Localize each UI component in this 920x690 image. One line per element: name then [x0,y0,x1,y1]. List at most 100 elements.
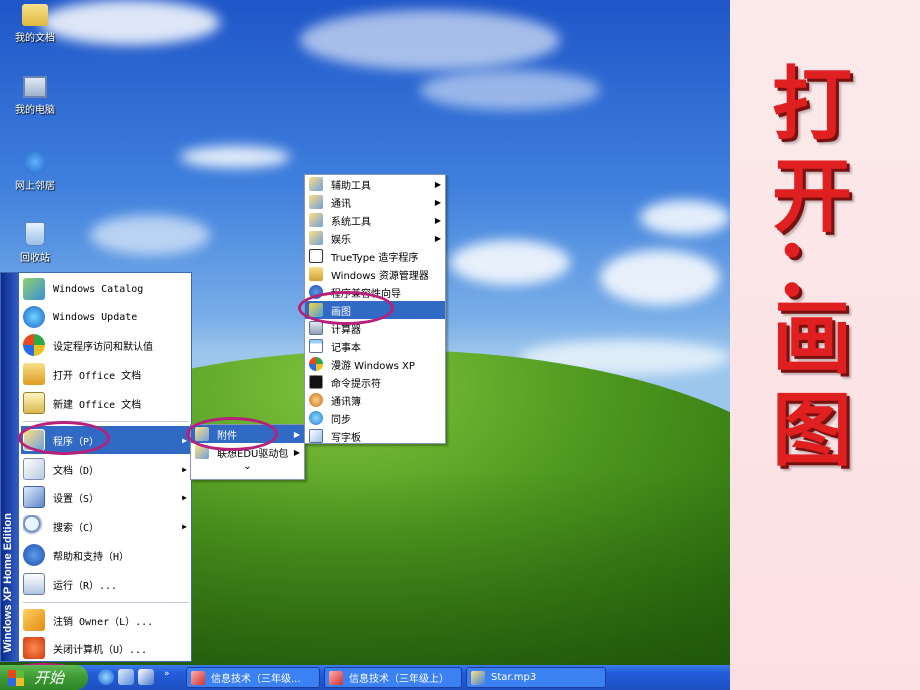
desktop-icon-label: 网上邻居 [15,181,55,192]
menu-item-documents[interactable]: 文档（D） ▶ [21,455,191,483]
windows-logo-icon [8,669,24,686]
chevron-right-icon: ▶ [182,521,187,531]
taskbar-task-3[interactable]: Star.mp3 [466,667,606,688]
folder-icon [309,213,323,227]
menu-item-label: 注销 Owner（L）... [53,616,154,628]
submenu-item-label: 辅助工具 [331,180,371,192]
menu-item-logoff[interactable]: 注销 Owner（L）... [21,606,191,634]
folder-icon [309,177,323,191]
submenu-item-system-tools[interactable]: 系统工具 ▶ [305,211,445,229]
task-label: 信息技术（三年级... [211,674,301,685]
menu-item-program-access[interactable]: 设定程序访问和默认值 [21,331,191,359]
menu-separator [23,602,189,603]
cloud [300,10,560,70]
logoff-icon [23,609,45,631]
menu-item-open-office[interactable]: 打开 Office 文档 [21,360,191,388]
submenu-item-address-book[interactable]: 通讯簿 [305,391,445,409]
submenu-item-notepad[interactable]: 记事本 [305,337,445,355]
submenu-item-truetype-editor[interactable]: TrueType 造字程序 [305,247,445,265]
highlight-ring-programs [18,421,110,455]
media-player-icon [471,670,485,685]
submenu-item-label: 同步 [331,414,351,426]
desktop-icon-network[interactable]: 网上邻居 [6,150,64,192]
settings-icon [23,486,45,508]
notepad-icon [309,339,323,353]
chevron-right-icon: ▶ [293,447,300,457]
start-menu: Windows XP Home Edition Windows Catalog … [0,272,192,662]
internet-explorer-icon[interactable] [98,669,114,685]
submenu-item-synchronize[interactable]: 同步 [305,409,445,427]
menu-item-windows-update[interactable]: Windows Update [21,303,191,331]
menu-item-label: 运行（R）... [53,580,118,592]
submenu-item-entertainment[interactable]: 娱乐 ▶ [305,229,445,247]
start-button-label: 开始 [34,669,65,687]
submenu-item-wordpad[interactable]: 写字板 [305,427,445,445]
taskbar: 开始 » 信息技术（三年级... 信息技术（三年级上） Star.mp3 [0,665,730,690]
menu-item-label: 帮助和支持（H） [53,551,130,563]
presentation-icon [191,670,205,685]
slide-title-char: 图 [772,383,852,477]
menu-item-settings[interactable]: 设置（S） ▶ [21,483,191,511]
taskbar-task-1[interactable]: 信息技术（三年级... [186,667,320,688]
cloud [640,200,730,235]
slide-title-char: 画 [772,291,852,385]
menu-item-new-office[interactable]: 新建 Office 文档 [21,389,191,417]
cloud [180,146,290,168]
media-player-icon[interactable] [118,669,134,685]
desktop-icon-label: 我的电脑 [15,105,55,116]
chevron-right-icon: ▶ [434,215,441,225]
wordpad-icon [309,429,323,443]
expand-more-button[interactable]: ⌄ [191,461,304,477]
desktop-icon-my-documents[interactable]: 我的文档 [6,4,64,44]
windows-update-icon [23,306,45,328]
highlight-ring-accessories [186,417,278,451]
menu-item-label: 设置（S） [53,493,100,505]
submenu-item-label: 系统工具 [331,216,371,228]
submenu-item-explorer[interactable]: Windows 资源管理器 [305,265,445,283]
folder-icon [22,4,48,26]
menu-item-run[interactable]: 运行（R）... [21,570,191,598]
submenu-item-tour-xp[interactable]: 漫游 Windows XP [305,355,445,373]
cloud [40,0,220,45]
cloud [90,215,210,255]
taskbar-task-2[interactable]: 信息技术（三年级上） [324,667,462,688]
task-label: Star.mp3 [491,672,537,683]
help-icon [23,544,45,566]
desktop-icon-label: 我的文档 [15,33,55,44]
slide-title-char: ： [772,220,852,314]
chevron-right-icon: ▶ [434,233,441,243]
submenu-item-command-prompt[interactable]: 命令提示符 [305,373,445,391]
desktop-icon-my-computer[interactable]: 我的电脑 [6,76,64,116]
chevron-right-icon: ▶ [293,429,300,439]
start-button[interactable]: 开始 [0,665,88,690]
menu-item-shutdown[interactable]: 关闭计算机（U）... [21,634,191,662]
tour-icon [309,357,323,371]
chevron-right-icon[interactable]: » [164,669,170,679]
slide-title-char: 打 [772,57,852,151]
submenu-item-label: 记事本 [331,342,361,354]
cloud [450,240,570,285]
folder-icon [309,231,323,245]
shutdown-icon [23,637,45,659]
menu-item-label: 打开 Office 文档 [53,370,142,382]
show-desktop-icon[interactable] [138,669,154,685]
desktop-icon-recycle-bin[interactable]: 回收站 [6,222,64,264]
submenu-item-label: 漫游 Windows XP [331,360,415,372]
chevron-right-icon: ▶ [182,464,187,474]
recycle-bin-icon [25,222,45,246]
address-book-icon [309,393,323,407]
submenu-item-label: 通讯 [331,198,351,210]
submenu-item-accessibility[interactable]: 辅助工具 ▶ [305,175,445,193]
program-access-icon [23,334,45,356]
submenu-item-label: 命令提示符 [331,378,381,390]
menu-item-windows-catalog[interactable]: Windows Catalog [21,275,191,303]
menu-item-help[interactable]: 帮助和支持（H） [21,541,191,569]
menu-item-search[interactable]: 搜索（C） ▶ [21,512,191,540]
desktop-icon-label: 回收站 [20,253,50,264]
chevron-right-icon: ▶ [434,197,441,207]
menu-item-label: 新建 Office 文档 [53,399,142,411]
chevron-right-icon: ▶ [434,179,441,189]
submenu-item-communications[interactable]: 通讯 ▶ [305,193,445,211]
menu-item-label: 设定程序访问和默认值 [53,341,153,353]
cloud [420,70,600,110]
